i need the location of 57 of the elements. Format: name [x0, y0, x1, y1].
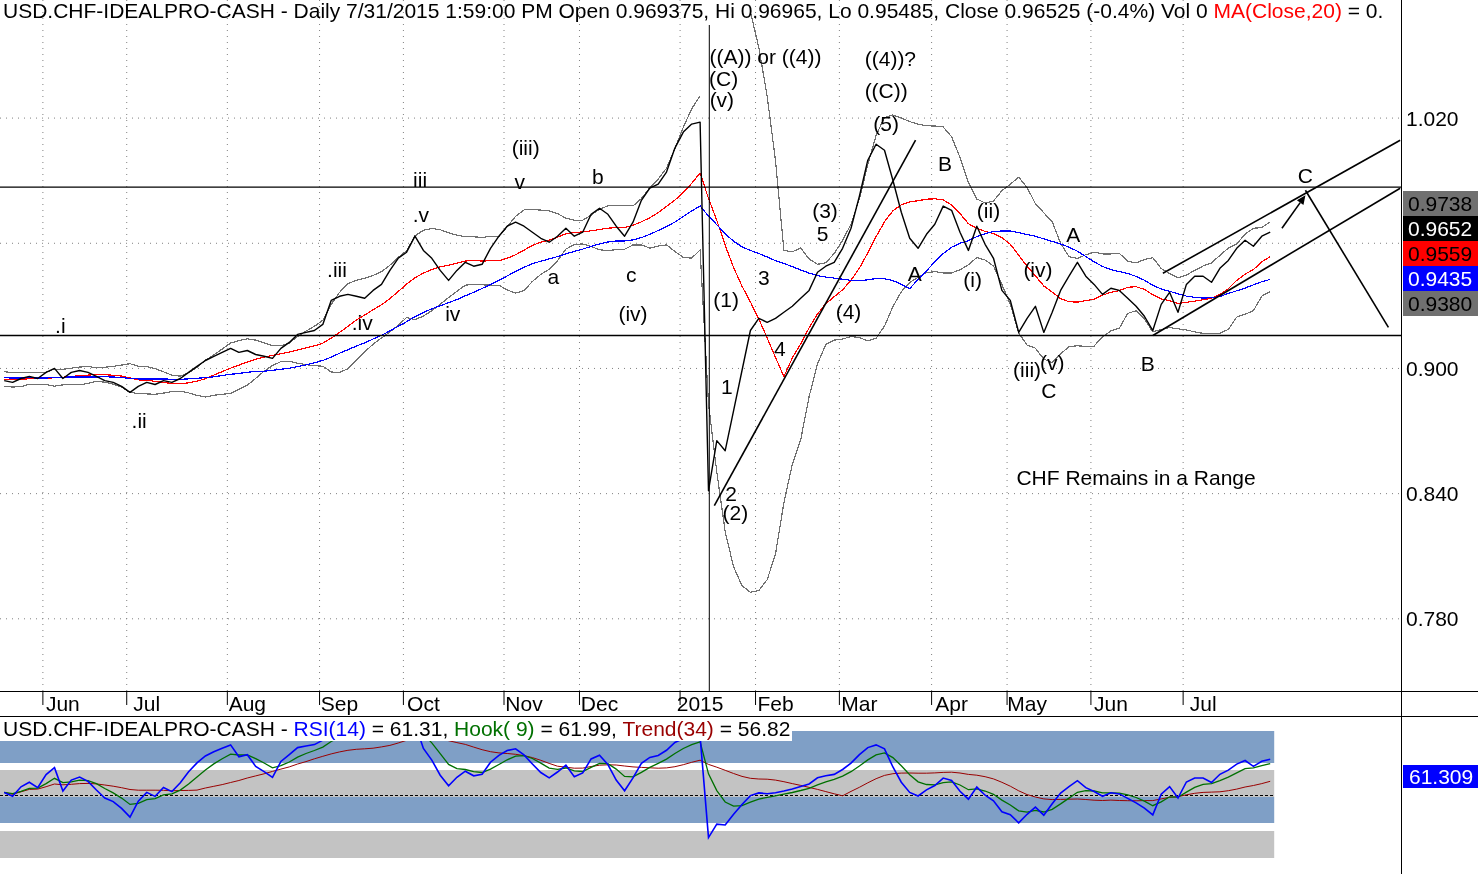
price-tag: 0.9380	[1403, 291, 1478, 316]
wave-label: (i)	[963, 267, 982, 291]
month-label: Jun	[1094, 692, 1128, 715]
price-tag: 0.9652	[1403, 216, 1478, 241]
wave-label: (iii)	[1013, 358, 1042, 381]
month-label: May	[1007, 692, 1047, 715]
wave-label: A	[1066, 222, 1081, 246]
wave-label: (4)	[835, 299, 862, 323]
wave-label: .ii	[131, 409, 147, 433]
wave-label: 4	[773, 336, 786, 360]
wave-label: C	[1041, 379, 1057, 403]
wave-label: v	[514, 169, 526, 193]
wave-label: b	[591, 164, 604, 188]
wave-label: 5	[816, 221, 829, 245]
wave-label: 3	[757, 265, 770, 289]
price-axis-label: 0.900	[1406, 356, 1459, 380]
wave-label: (ii)	[976, 198, 1001, 222]
chart-legend: USD.CHF-IDEALPRO-CASH - Daily 7/31/2015 1:59:00 PM Open 0.969375, Hi 0.96965, Lo 0.95485, Close 0.96525 (-0.4%) Vol 0 MA(Close,20) = 0.	[3, 0, 1384, 23]
wave-label: iv	[445, 301, 461, 325]
wave-label: ((4))?	[864, 46, 917, 70]
wave-label: .iii	[327, 257, 347, 281]
month-label: Jul	[133, 692, 161, 715]
price-tag: 0.9738	[1403, 191, 1478, 216]
month-label: Jun	[45, 692, 80, 715]
month-label: Jul	[1189, 692, 1217, 715]
wave-label: a	[547, 264, 560, 288]
month-label: Oct	[407, 692, 440, 715]
price-axis-label: 1.020	[1406, 106, 1459, 130]
month-label: Feb	[757, 692, 794, 715]
wave-label: c	[626, 262, 637, 286]
wave-label: (iv)	[618, 301, 648, 325]
wave-label: .v	[412, 202, 430, 226]
wave-label: ((C))	[864, 79, 908, 103]
wave-label: .iv	[351, 310, 373, 334]
month-label: Nov	[505, 692, 543, 715]
month-label: Aug	[228, 692, 266, 715]
wave-label: (1)	[713, 287, 739, 311]
month-label: Mar	[841, 692, 878, 715]
month-label: Apr	[935, 692, 968, 715]
wave-label: .i	[55, 314, 66, 338]
value-tag: 61.309	[1403, 765, 1478, 788]
chart-note-text: CHF Remains in a Range	[1016, 466, 1256, 490]
wave-label: B	[937, 151, 952, 175]
wave-label: (iii)	[511, 135, 540, 159]
month-label: Sep	[320, 692, 359, 715]
wave-label: B	[1140, 351, 1155, 375]
wave-label: 1	[721, 374, 733, 398]
wave-label: C	[1297, 163, 1313, 187]
price-axis-label: 0.840	[1406, 482, 1459, 506]
projection-arrow	[1281, 195, 1306, 230]
wave-label: (3)	[812, 198, 838, 222]
month-label: 2015	[676, 692, 724, 715]
month-label: Dec	[580, 692, 619, 715]
wave-label: iii	[413, 168, 428, 192]
price-axis-label: 0.780	[1406, 607, 1459, 631]
price-tag: 0.9435	[1403, 266, 1478, 291]
price-tag: 0.9559	[1403, 241, 1478, 266]
